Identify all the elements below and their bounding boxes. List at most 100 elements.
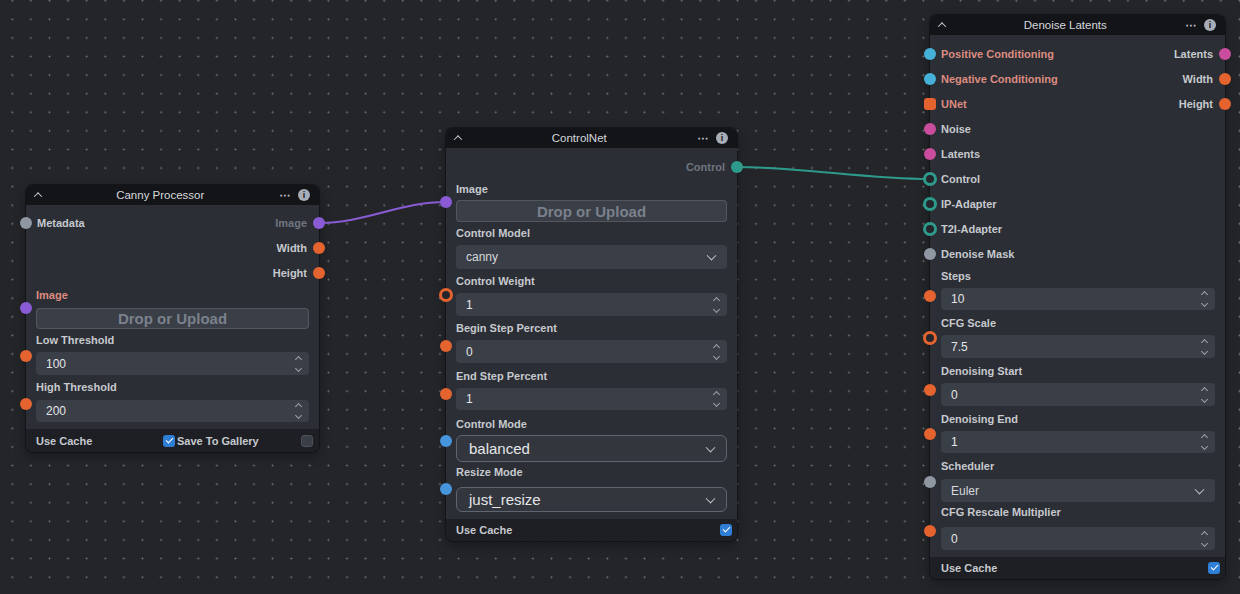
handle-output-height[interactable]: [1219, 98, 1231, 110]
chevron-down-icon: [706, 442, 716, 452]
control-weight-value: 1: [466, 298, 473, 312]
handle-input-image[interactable]: [20, 302, 32, 314]
field-label-control-model: Control Model: [456, 226, 530, 240]
high-threshold-input[interactable]: 200: [36, 400, 309, 422]
handle-output-width[interactable]: [313, 242, 325, 254]
handle-input-low-threshold[interactable]: [20, 350, 32, 362]
stepper-arrows[interactable]: [1194, 432, 1215, 452]
field-label-control-mode: Control Mode: [456, 417, 527, 431]
image-dropzone[interactable]: Drop or Upload: [36, 308, 309, 329]
handle-input-ip-adapter[interactable]: [923, 197, 937, 211]
scheduler-select[interactable]: Euler: [941, 479, 1215, 502]
node-header[interactable]: Canny Processor ⋯ i: [26, 185, 319, 205]
stepper-arrows[interactable]: [1194, 336, 1215, 357]
handle-input-denoising-start[interactable]: [924, 384, 936, 396]
handle-input-negative-conditioning[interactable]: [924, 73, 936, 85]
handle-input-control-weight[interactable]: [439, 288, 453, 302]
control-weight-input[interactable]: 1: [456, 293, 727, 316]
menu-icon[interactable]: ⋯: [698, 133, 710, 144]
input-label-negative-conditioning: Negative Conditioning: [941, 72, 1058, 86]
chevron-down-icon: [707, 251, 717, 261]
image-dropzone[interactable]: Drop or Upload: [456, 200, 727, 222]
handle-input-control-mode[interactable]: [440, 435, 452, 447]
steps-input[interactable]: 10: [941, 288, 1215, 310]
handle-input-scheduler[interactable]: [924, 476, 936, 488]
control-model-select[interactable]: canny: [456, 245, 727, 269]
menu-icon[interactable]: ⋯: [280, 190, 292, 201]
node-header[interactable]: Denoise Latents ⋯ i: [930, 15, 1225, 35]
control-mode-select[interactable]: balanced: [456, 435, 727, 462]
handle-input-latents[interactable]: [924, 148, 936, 160]
save-to-gallery-label: Save To Gallery: [177, 434, 259, 448]
denoising-end-input[interactable]: 1: [941, 431, 1215, 453]
handle-input-noise[interactable]: [924, 123, 936, 135]
chevron-down-icon: [1195, 484, 1205, 494]
begin-step-percent-input[interactable]: 0: [456, 340, 727, 363]
wire-canny-image-to-controlnet-image[interactable]: [319, 202, 446, 223]
stepper-arrows[interactable]: [1194, 289, 1215, 309]
low-threshold-value: 100: [46, 357, 66, 371]
stepper-arrows[interactable]: [1194, 384, 1215, 405]
field-label-image: Image: [456, 182, 488, 196]
handle-output-latents[interactable]: [1219, 48, 1231, 60]
use-cache-checkbox[interactable]: [1208, 562, 1220, 574]
collapse-icon[interactable]: [454, 135, 462, 143]
handle-input-high-threshold[interactable]: [20, 398, 32, 410]
handle-input-denoise-mask[interactable]: [924, 248, 936, 260]
stepper-arrows[interactable]: [706, 294, 727, 315]
field-label-steps: Steps: [941, 269, 971, 283]
handle-output-control[interactable]: [731, 161, 743, 173]
handle-input-positive-conditioning[interactable]: [924, 48, 936, 60]
node-title: ControlNet: [468, 132, 691, 144]
handle-output-width[interactable]: [1219, 73, 1231, 85]
info-icon[interactable]: i: [298, 189, 310, 201]
input-label-denoise-mask: Denoise Mask: [941, 247, 1014, 261]
handle-output-image[interactable]: [313, 217, 325, 229]
end-step-percent-input[interactable]: 1: [456, 388, 727, 410]
handle-input-cfg-scale[interactable]: [923, 331, 937, 345]
menu-icon[interactable]: ⋯: [1186, 20, 1198, 31]
handle-input-begin-step-percent[interactable]: [440, 340, 452, 352]
node-footer: Use Cache: [446, 519, 737, 541]
stepper-arrows[interactable]: [706, 389, 727, 409]
handle-input-steps[interactable]: [924, 290, 936, 302]
low-threshold-input[interactable]: 100: [36, 352, 309, 375]
collapse-icon[interactable]: [938, 22, 946, 30]
cfg-rescale-multiplier-input[interactable]: 0: [941, 527, 1215, 550]
use-cache-checkbox[interactable]: [163, 435, 175, 447]
handle-input-denoising-end[interactable]: [924, 428, 936, 440]
input-label-noise: Noise: [941, 122, 971, 136]
denoising-start-input[interactable]: 0: [941, 383, 1215, 406]
stepper-arrows[interactable]: [1194, 528, 1215, 549]
handle-input-cfg-rescale-multiplier[interactable]: [924, 525, 936, 537]
use-cache-label: Use Cache: [36, 434, 92, 448]
handle-input-image[interactable]: [440, 196, 452, 208]
use-cache-checkbox[interactable]: [720, 524, 732, 536]
stepper-arrows[interactable]: [288, 401, 309, 421]
handle-input-metadata[interactable]: [20, 217, 32, 229]
input-label-positive-conditioning: Positive Conditioning: [941, 47, 1054, 61]
collapse-icon[interactable]: [34, 192, 42, 200]
field-label-denoising-end: Denoising End: [941, 412, 1018, 426]
stepper-arrows[interactable]: [288, 353, 309, 374]
resize-mode-value: just_resize: [469, 491, 541, 508]
cfg-scale-input[interactable]: 7.5: [941, 335, 1215, 358]
handle-input-unet[interactable]: [924, 98, 936, 110]
field-label-denoising-start: Denoising Start: [941, 364, 1022, 378]
save-to-gallery-checkbox[interactable]: [301, 435, 313, 447]
wire-controlnet-control-to-denoise-control[interactable]: [737, 167, 930, 179]
field-label-scheduler: Scheduler: [941, 459, 994, 473]
handle-input-t2i-adapter[interactable]: [923, 222, 937, 236]
resize-mode-select[interactable]: just_resize: [456, 487, 727, 512]
handle-input-control[interactable]: [923, 172, 937, 186]
stepper-arrows[interactable]: [706, 341, 727, 362]
handle-output-height[interactable]: [313, 267, 325, 279]
node-title: Denoise Latents: [952, 19, 1179, 31]
field-label-high-threshold: High Threshold: [36, 380, 117, 394]
info-icon[interactable]: i: [1204, 19, 1216, 31]
handle-input-resize-mode[interactable]: [440, 483, 452, 495]
output-label-width: Width: [277, 241, 307, 255]
node-header[interactable]: ControlNet ⋯ i: [446, 128, 737, 148]
info-icon[interactable]: i: [716, 132, 728, 144]
handle-input-end-step-percent[interactable]: [440, 388, 452, 400]
